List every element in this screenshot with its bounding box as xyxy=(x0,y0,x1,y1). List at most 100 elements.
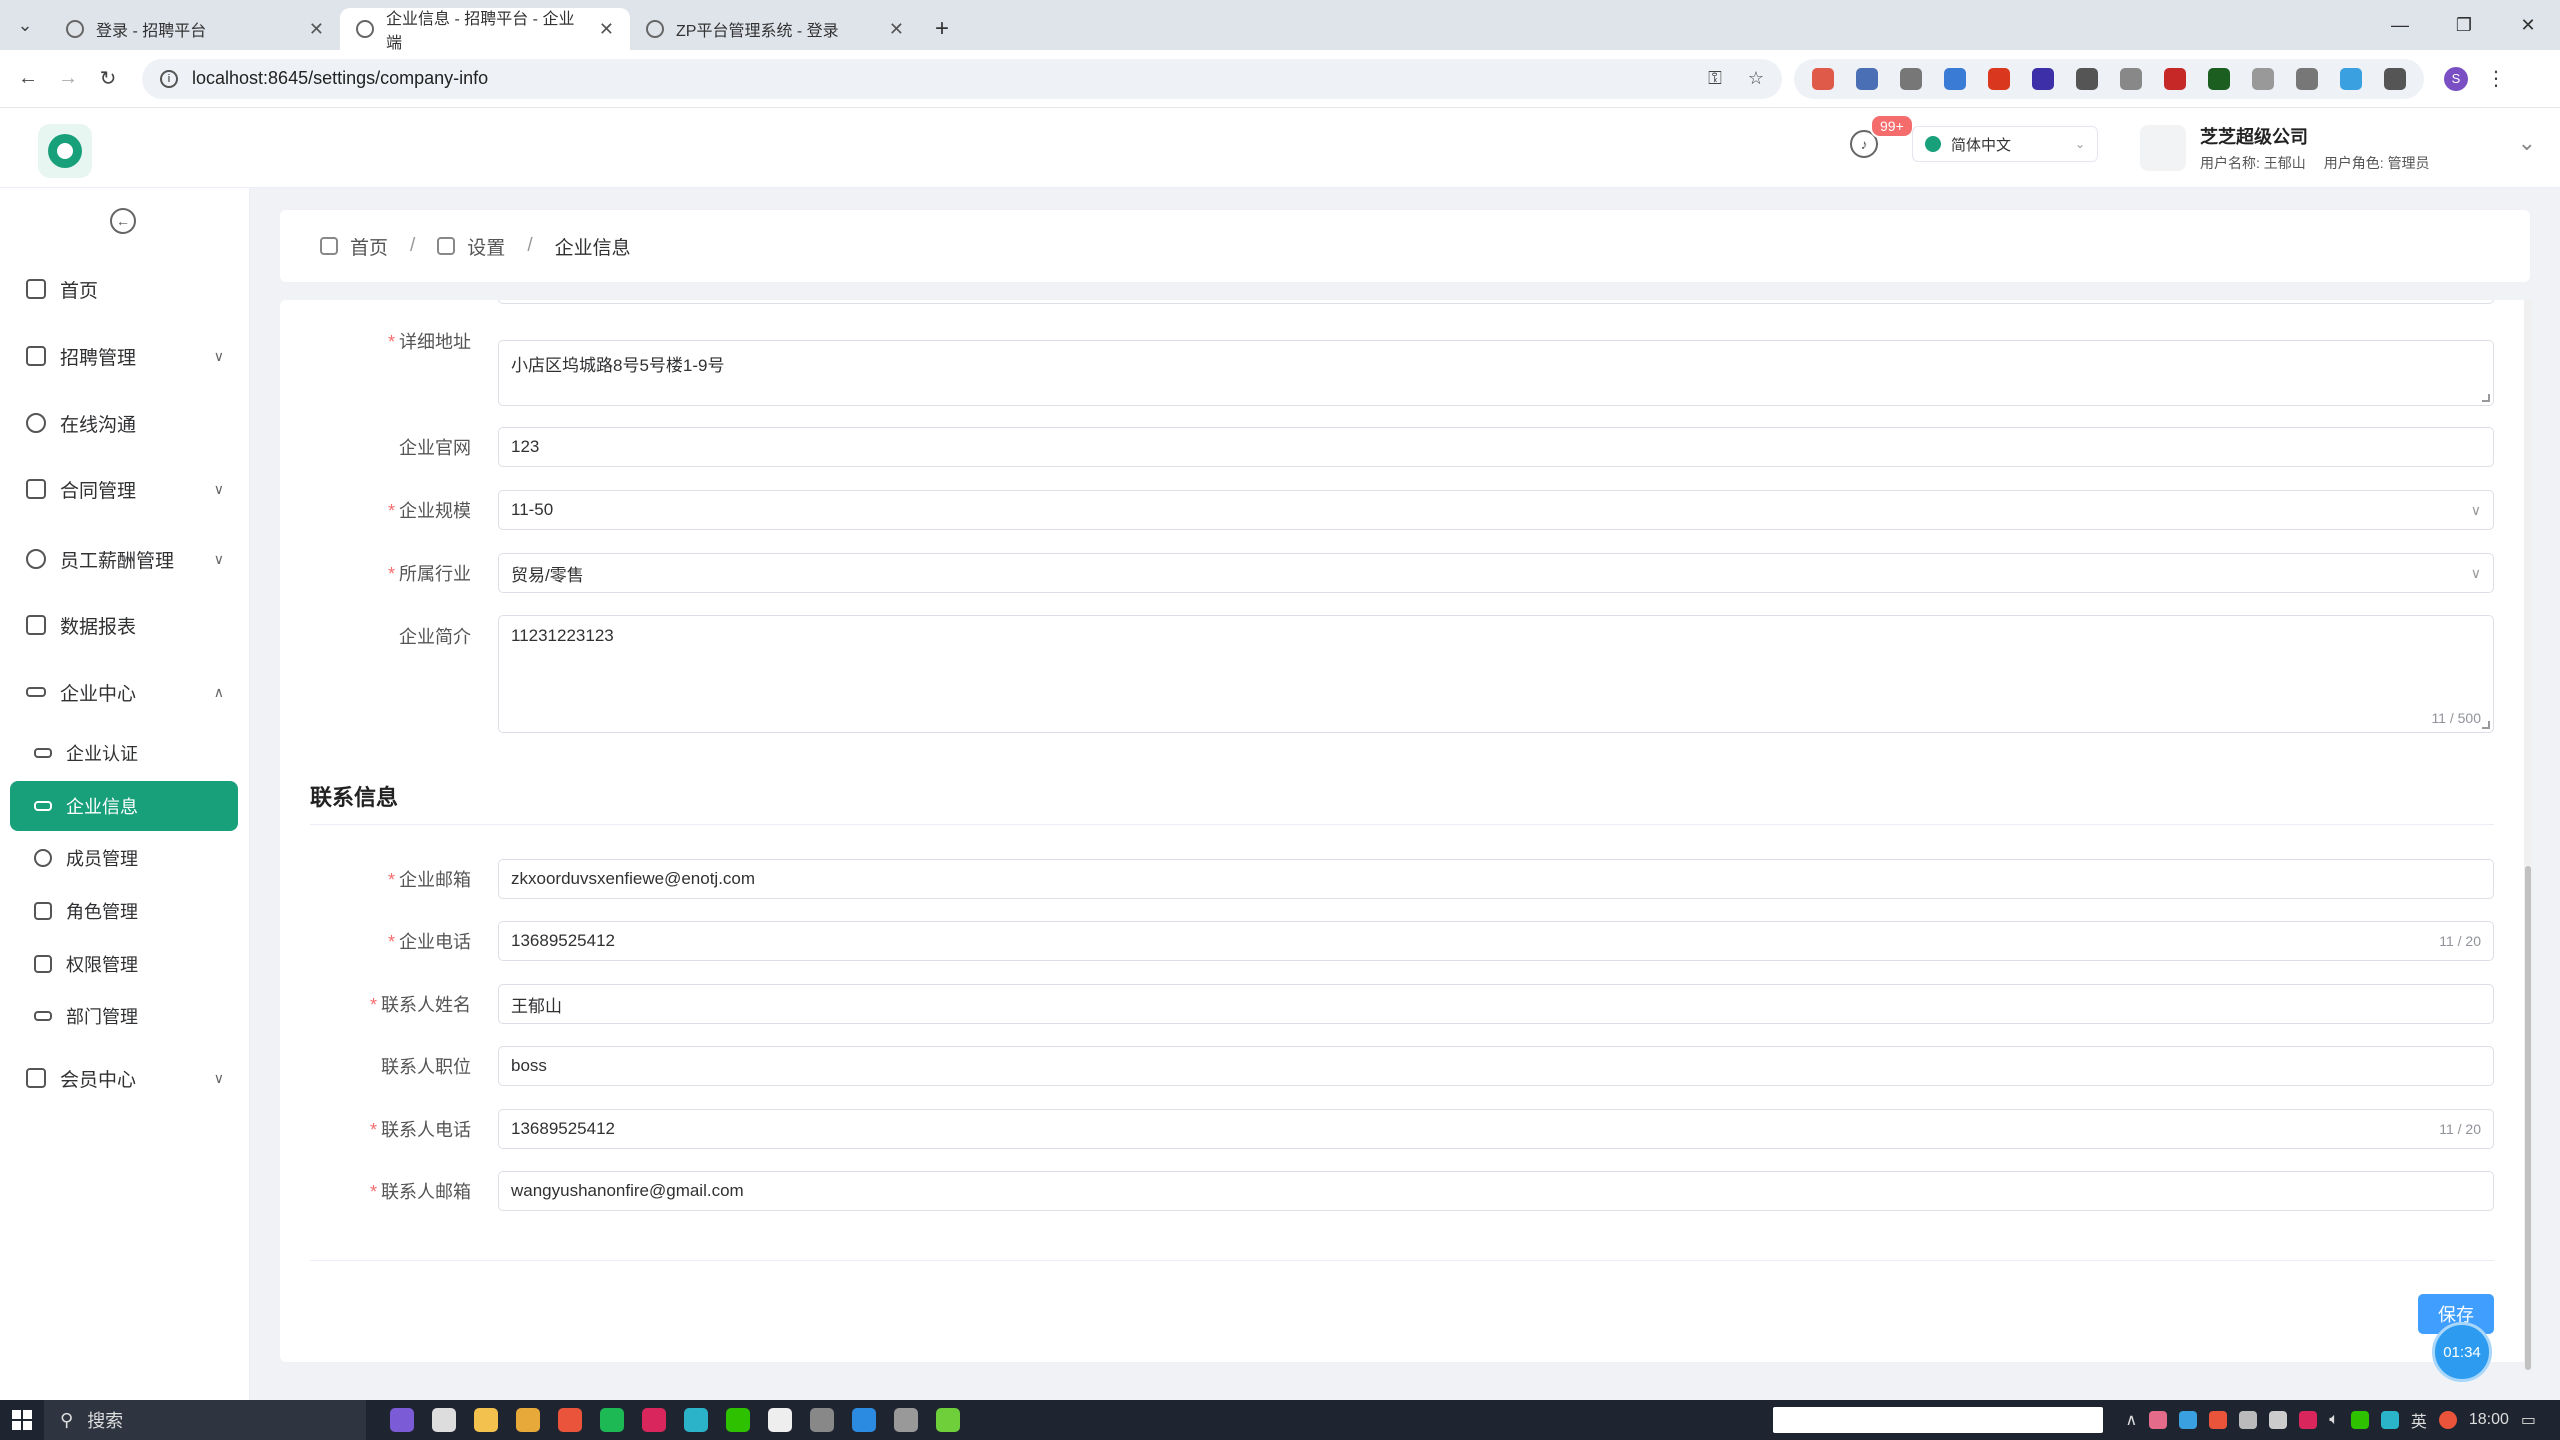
wechat-icon[interactable] xyxy=(726,1408,750,1432)
language-select[interactable]: 简体中文 ⌄ xyxy=(1912,126,2098,162)
sidebar-item-reports[interactable]: 数据报表 xyxy=(0,600,250,650)
puzzle-icon[interactable] xyxy=(2384,67,2406,90)
tab-search-chevron-icon[interactable]: ⌄ xyxy=(0,0,50,50)
address-textarea[interactable]: 小店区坞城路8号5号楼1-9号 xyxy=(498,340,2494,406)
reload-icon[interactable]: ↻ xyxy=(88,66,128,91)
sidebar-item-company-center[interactable]: 企业中心 ∧ xyxy=(0,667,250,717)
url-bar[interactable]: i localhost:8645/settings/company-info ⚿… xyxy=(142,58,1782,99)
chevron-down-icon[interactable]: ⌄ xyxy=(2518,130,2536,156)
new-tab-button[interactable]: + xyxy=(920,8,964,50)
extension-icon[interactable] xyxy=(1812,67,1834,90)
search-icon[interactable] xyxy=(2076,67,2098,90)
extension-icon[interactable] xyxy=(2252,67,2274,90)
taskbar-app-icon[interactable] xyxy=(432,1408,456,1432)
resize-handle[interactable] xyxy=(2482,721,2490,729)
contact-name-input[interactable]: 王郁山 xyxy=(498,984,2494,1024)
pdf-icon[interactable] xyxy=(2164,67,2186,90)
translate-icon[interactable] xyxy=(1944,67,1966,90)
scale-select[interactable]: 11-50 ∨ xyxy=(498,490,2494,530)
notification-icon[interactable]: ▭ xyxy=(2521,1410,2536,1430)
sidebar-item-membership[interactable]: 会员中心 ∨ xyxy=(0,1053,250,1103)
ime-indicator[interactable]: 英 xyxy=(2411,1408,2427,1432)
contact-email-input[interactable]: wangyushanonfire@gmail.com xyxy=(498,1171,2494,1211)
extension-icon[interactable] xyxy=(1988,67,2010,90)
tray-icon[interactable] xyxy=(2380,1411,2399,1429)
browser-tab-company-info[interactable]: 企业信息 - 招聘平台 - 企业端 ✕ xyxy=(340,8,630,52)
sidebar-subitem-permissions[interactable]: 权限管理 xyxy=(10,939,238,989)
taskbar-app-icon[interactable] xyxy=(642,1408,666,1432)
sidebar-subitem-roles[interactable]: 角色管理 xyxy=(10,886,238,936)
taskbar-app-icon[interactable] xyxy=(852,1408,876,1432)
sidebar-item-payroll[interactable]: 员工薪酬管理 ∨ xyxy=(0,534,250,584)
taskbar-app-icon[interactable] xyxy=(810,1408,834,1432)
taskbar-app-icon[interactable] xyxy=(390,1408,414,1432)
start-button[interactable] xyxy=(0,1400,44,1440)
breadcrumb-settings[interactable]: 设置 xyxy=(467,233,505,260)
network-icon[interactable] xyxy=(2269,1411,2288,1429)
sidebar-subitem-company-info[interactable]: 企业信息 xyxy=(10,781,238,831)
email-input[interactable]: zkxoorduvsxenfiewe@enotj.com xyxy=(498,859,2494,899)
taskbar-search[interactable]: ⚲ 搜索 xyxy=(44,1400,366,1440)
taskbar-input-box[interactable] xyxy=(1773,1407,2104,1433)
camera-icon[interactable] xyxy=(2296,67,2318,90)
tab-close-icon[interactable]: ✕ xyxy=(889,19,904,40)
sidebar-item-recruitment[interactable]: 招聘管理 ∨ xyxy=(0,331,250,381)
folder-icon[interactable] xyxy=(474,1408,498,1432)
sidebar-subitem-departments[interactable]: 部门管理 xyxy=(10,991,238,1041)
tray-icon[interactable] xyxy=(2438,1411,2457,1429)
close-window-icon[interactable]: ✕ xyxy=(2496,15,2560,36)
intro-textarea[interactable]: 11231223123 11 / 500 xyxy=(498,615,2494,733)
phone-input[interactable]: 13689525412 11 / 20 xyxy=(498,921,2494,961)
minimize-icon[interactable]: — xyxy=(2368,15,2432,36)
tray-icon[interactable] xyxy=(2299,1411,2318,1429)
extension-icon[interactable] xyxy=(2208,67,2230,90)
forward-arrow-icon[interactable]: → xyxy=(48,67,88,90)
extension-icon[interactable] xyxy=(2032,67,2054,90)
key-icon[interactable]: ⚿ xyxy=(1708,68,1722,89)
taskbar-app-icon[interactable] xyxy=(684,1408,708,1432)
sidebar-item-contracts[interactable]: 合同管理 ∨ xyxy=(0,464,250,514)
chrome-icon[interactable] xyxy=(558,1408,582,1432)
extension-icon[interactable] xyxy=(2120,67,2142,90)
taskbar-app-icon[interactable] xyxy=(936,1408,960,1432)
sidebar-item-chat[interactable]: 在线沟通 xyxy=(0,398,250,448)
sidebar-subitem-certification[interactable]: 企业认证 xyxy=(10,728,238,778)
taskbar-app-icon[interactable] xyxy=(768,1408,792,1432)
bookmark-star-icon[interactable]: ☆ xyxy=(1748,68,1764,89)
taskbar-app-icon[interactable] xyxy=(894,1408,918,1432)
back-arrow-icon[interactable]: ← xyxy=(8,67,48,90)
app-logo[interactable] xyxy=(38,124,92,178)
browser-tab-login[interactable]: 登录 - 招聘平台 ✕ xyxy=(50,8,340,50)
taskbar-app-icon[interactable] xyxy=(516,1408,540,1432)
taskbar-app-icon[interactable] xyxy=(600,1408,624,1432)
website-input[interactable]: 123 xyxy=(498,427,2494,467)
sidebar-subitem-members[interactable]: 成员管理 xyxy=(10,833,238,883)
wechat-icon[interactable] xyxy=(2350,1411,2369,1429)
extension-icon[interactable] xyxy=(1900,67,1922,90)
breadcrumb-home[interactable]: 首页 xyxy=(350,233,388,260)
sidebar-item-home[interactable]: 首页 xyxy=(0,264,250,314)
restore-icon[interactable]: ❐ xyxy=(2432,15,2496,36)
page-scrollbar-thumb[interactable] xyxy=(2525,866,2531,1370)
more-menu-icon[interactable]: ⋮ xyxy=(2486,66,2506,91)
extension-icon[interactable] xyxy=(1856,67,1878,90)
tab-close-icon[interactable]: ✕ xyxy=(309,19,324,40)
clock[interactable]: 18:00 xyxy=(2469,1411,2509,1429)
extension-icon[interactable] xyxy=(2340,67,2362,90)
volume-icon[interactable]: 🔈︎ xyxy=(2329,1411,2339,1429)
industry-select[interactable]: 贸易/零售 ∨ xyxy=(498,553,2494,593)
collapse-sidebar-icon[interactable]: ← xyxy=(110,208,136,234)
tray-icon[interactable] xyxy=(2149,1411,2168,1429)
tab-close-icon[interactable]: ✕ xyxy=(599,19,614,40)
browser-tab-admin[interactable]: ZP平台管理系统 - 登录 ✕ xyxy=(630,8,920,50)
tray-icon[interactable] xyxy=(2239,1411,2258,1429)
contact-phone-input[interactable]: 13689525412 11 / 20 xyxy=(498,1109,2494,1149)
profile-avatar[interactable]: S xyxy=(2444,66,2468,91)
timer-badge[interactable]: 01:34 xyxy=(2432,1322,2492,1382)
contact-position-input[interactable]: boss xyxy=(498,1046,2494,1086)
user-menu[interactable]: 芝芝超级公司 用户名称: 王郁山 用户角色: 管理员 ⌄ xyxy=(2140,120,2540,176)
site-info-icon[interactable]: i xyxy=(160,69,178,88)
partial-hidden-field[interactable] xyxy=(498,300,2494,304)
tray-icon[interactable] xyxy=(2179,1411,2198,1429)
tray-icon[interactable] xyxy=(2209,1411,2228,1429)
